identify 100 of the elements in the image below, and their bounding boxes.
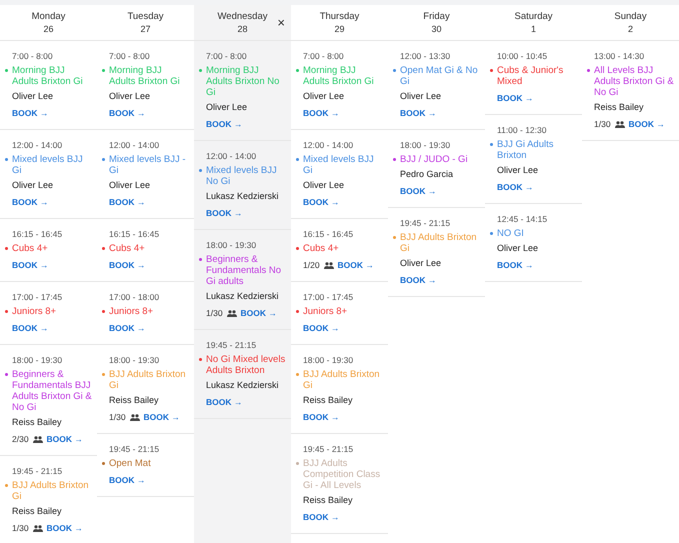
book-link[interactable]: BOOK → [206,208,242,219]
instructor-name: Reiss Bailey [303,394,353,406]
class-time: 12:00 - 14:00 [109,139,160,151]
book-link[interactable]: BOOK → [109,260,146,271]
book-link[interactable]: BOOK → [400,108,436,119]
book-link[interactable]: BOOK → [303,108,340,119]
book-link[interactable]: BOOK → [497,182,534,193]
instructor-name: Lukasz Kedzierski [206,190,279,202]
day-date: 29 [334,22,344,34]
class-title[interactable]: Cubs & Junior's Mixed [497,65,578,87]
day-date: 27 [140,22,150,34]
capacity-count: 1/20 [303,260,320,271]
instructor-name: Lukasz Kedzierski [206,290,279,302]
people-icon [32,436,43,443]
class-time: 16:15 - 16:45 [303,228,354,240]
class-title[interactable]: Open Mat Gi & No Gi [400,65,481,87]
class-time: 17:00 - 17:45 [303,291,354,303]
class-title[interactable]: Cubs 4+ [303,243,339,254]
instructor-name: Reiss Bailey [303,494,353,506]
class-time: 13:00 - 14:30 [594,50,644,62]
book-link[interactable]: BOOK → [338,260,374,271]
class-title[interactable]: Mixed levels BJJ - Gi [109,154,190,176]
instructor-name: Oliver Lee [12,179,54,191]
class-title[interactable]: NO GI [497,228,524,239]
class-time: 7:00 - 8:00 [109,50,150,62]
instructor-name: Oliver Lee [400,90,442,102]
class-time: 18:00 - 19:30 [303,354,354,366]
book-link[interactable]: BOOK → [12,108,48,119]
book-link[interactable]: BOOK → [628,119,665,130]
people-icon [324,262,334,269]
book-link[interactable]: BOOK → [109,108,146,119]
capacity-count: 1/30 [12,523,29,534]
people-icon [226,310,237,317]
class-time: 19:45 - 21:15 [303,443,354,455]
class-time: 18:00 - 19:30 [109,354,160,366]
class-time: 11:00 - 12:30 [497,124,546,136]
class-title[interactable]: Open Mat [109,458,151,469]
class-title[interactable]: Mixed levels BJJ Gi [303,154,384,176]
book-link[interactable]: BOOK → [303,197,340,208]
class-time: 18:00 - 19:30 [12,354,62,366]
class-title[interactable]: Beginners & Fundamentals BJJ Adults Brixton Gi & No Gi [12,369,93,413]
book-link[interactable]: BOOK → [46,523,83,534]
class-title[interactable]: Mixed levels BJJ Gi [12,154,93,176]
book-link[interactable]: BOOK → [240,308,277,319]
capacity-count: 2/30 [12,434,29,445]
book-link[interactable]: BOOK → [400,275,436,286]
class-time: 12:00 - 14:00 [303,139,354,151]
day-date: 30 [431,22,442,34]
class-title[interactable]: Cubs 4+ [109,243,145,254]
instructor-name: Oliver Lee [109,90,150,102]
book-link[interactable]: BOOK → [109,197,146,208]
class-title[interactable]: Juniors 8+ [303,306,348,317]
people-icon [614,121,625,128]
class-time: 10:00 - 10:45 [497,50,548,62]
day-name: Wednesday [218,10,268,22]
class-time: 12:00 - 14:00 [12,139,62,151]
class-time: 7:00 - 8:00 [303,50,344,62]
capacity-count: 1/30 [594,119,611,130]
class-time: 17:00 - 17:45 [12,291,62,303]
instructor-name: Oliver Lee [497,242,538,254]
class-title[interactable]: Mixed levels BJJ No Gi [206,165,287,187]
book-link[interactable]: BOOK → [144,412,180,423]
class-title[interactable]: BJJ / JUDO - Gi [400,154,468,165]
book-link[interactable]: BOOK → [497,93,534,104]
book-link[interactable]: BOOK → [497,260,534,271]
book-link[interactable]: BOOK → [109,475,146,486]
day-column[interactable] [194,5,291,543]
class-title[interactable]: All Levels BJJ Adults Brixton Gi & No Gi [594,65,675,98]
people-icon [130,414,140,421]
book-link[interactable]: BOOK → [46,434,83,445]
class-title[interactable]: No Gi Mixed levels Adults Brixton [206,354,287,376]
class-title[interactable]: Juniors 8+ [12,306,56,317]
class-time: 16:15 - 16:45 [109,228,160,240]
day-date: 26 [43,22,54,34]
day-name: Thursday [320,10,360,22]
day-name: Friday [423,10,450,22]
class-title[interactable]: Beginners & Fundamentals No Gi adults [206,254,287,287]
book-link[interactable]: BOOK → [109,323,146,334]
class-title[interactable]: Juniors 8+ [109,306,154,317]
class-time: 18:00 - 19:30 [206,239,256,251]
instructor-name: Oliver Lee [303,179,344,191]
close-button[interactable]: × [277,17,285,29]
book-link[interactable]: BOOK → [12,197,48,208]
class-time: 12:45 - 14:15 [497,213,548,225]
day-date: 28 [237,22,248,34]
instructor-name: Oliver Lee [109,179,150,191]
book-link[interactable]: BOOK → [400,186,436,197]
capacity-count: 1/30 [206,308,223,319]
book-link[interactable]: BOOK → [12,323,48,334]
class-title[interactable]: BJJ Gi Adults Brixton [497,139,578,161]
book-link[interactable]: BOOK → [206,397,242,408]
class-title[interactable]: Cubs 4+ [12,243,48,254]
book-link[interactable]: BOOK → [206,119,242,130]
book-link[interactable]: BOOK → [12,260,48,271]
class-time: 12:00 - 13:30 [400,50,450,62]
book-link[interactable]: BOOK → [303,412,340,423]
day-date: 1 [530,22,536,34]
book-link[interactable]: BOOK → [303,323,340,334]
class-time: 17:00 - 18:00 [109,291,160,303]
book-link[interactable]: BOOK → [303,512,340,523]
